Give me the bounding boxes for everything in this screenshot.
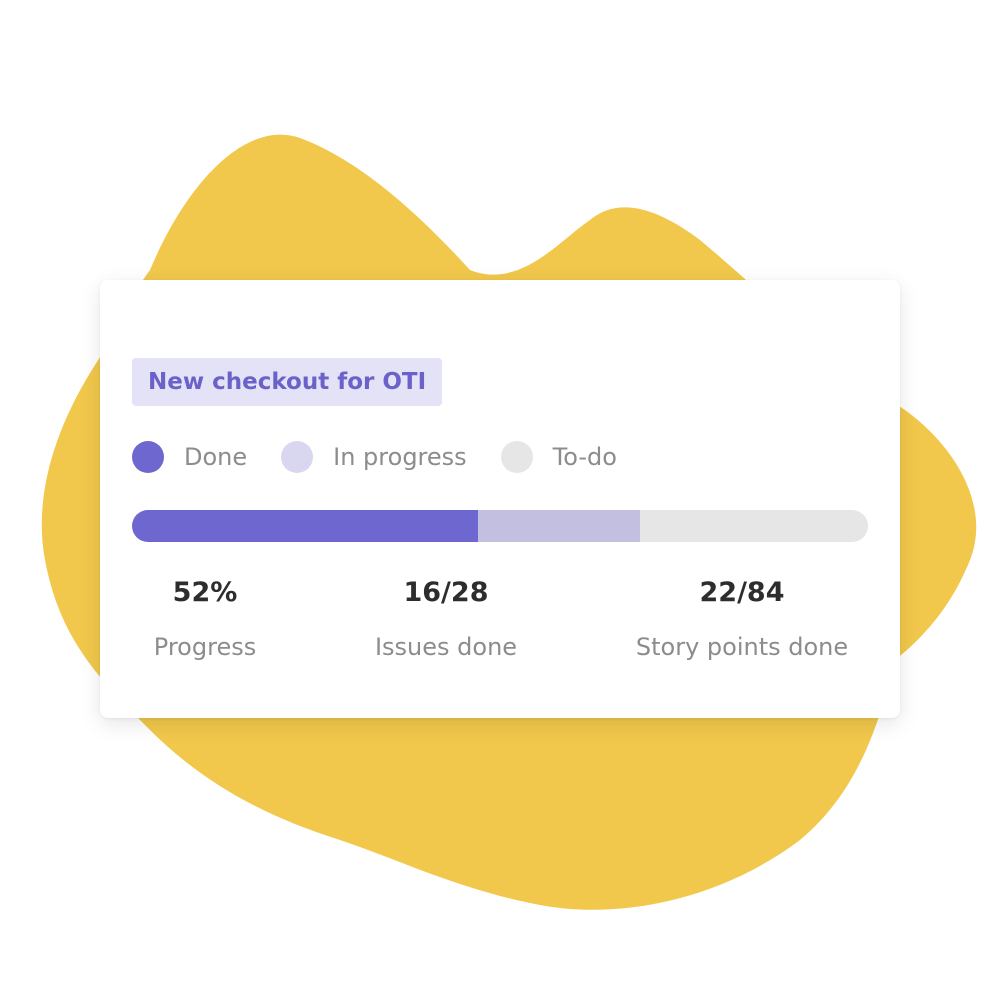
stat-progress-label: Progress: [153, 633, 257, 661]
in-progress-dot-icon: [281, 441, 314, 473]
progress-card: New checkout for OTI Done In progress To…: [100, 280, 900, 718]
stat-story-points-label: Story points done: [635, 633, 849, 661]
stat-issues-done-label: Issues done: [374, 633, 518, 661]
progress-bar: [132, 510, 868, 542]
progress-segment-in-progress: [477, 510, 640, 542]
illustration-stage: New checkout for OTI Done In progress To…: [0, 0, 1000, 1000]
stat-progress: 52% Progress: [154, 576, 256, 662]
project-tag[interactable]: New checkout for OTI: [132, 358, 443, 406]
legend-label-done: Done: [184, 443, 248, 471]
todo-dot-icon: [500, 441, 533, 473]
stat-progress-value: 52%: [172, 577, 238, 608]
stat-issues-done-value: 16/28: [403, 577, 489, 608]
legend-label-in-progress: In progress: [333, 443, 467, 471]
status-legend: Done In progress To-do: [132, 440, 651, 474]
stat-story-points: 22/84 Story points done: [636, 576, 848, 662]
done-dot-icon: [132, 441, 164, 473]
stat-issues-done: 16/28 Issues done: [375, 576, 517, 662]
legend-label-todo: To-do: [552, 443, 617, 471]
legend-item-in-progress: In progress: [281, 441, 467, 473]
progress-segment-done: [132, 510, 478, 542]
stat-story-points-value: 22/84: [699, 577, 785, 608]
legend-item-todo: To-do: [500, 441, 617, 473]
legend-item-done: Done: [132, 441, 247, 473]
progress-segment-todo: [639, 510, 868, 542]
